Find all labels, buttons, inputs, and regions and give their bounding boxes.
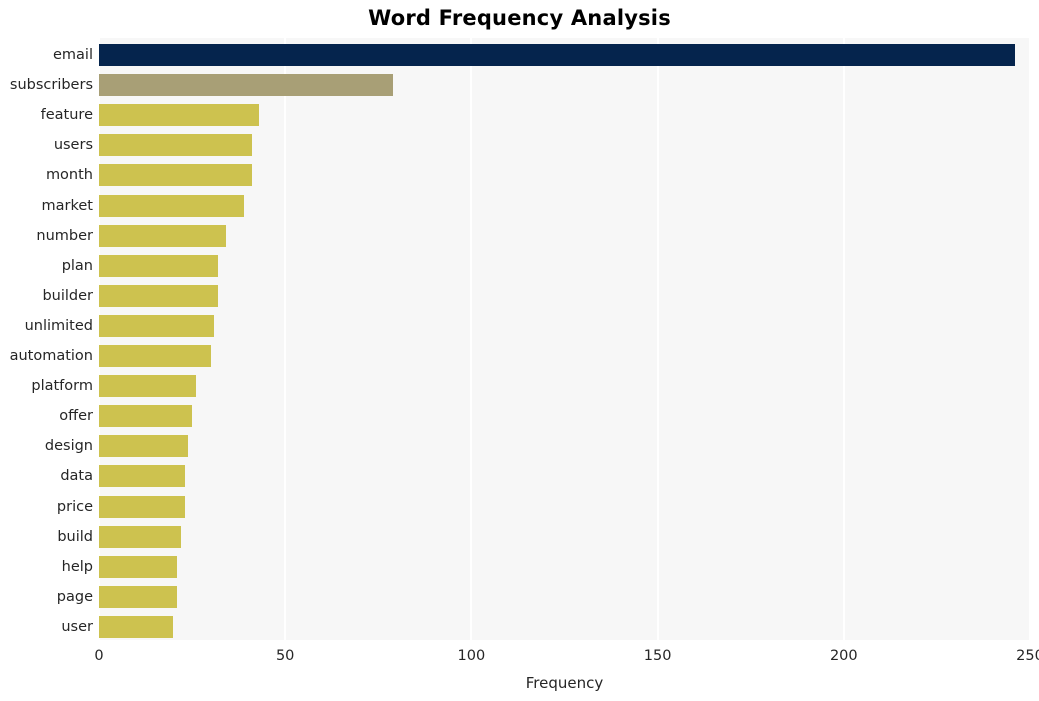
y-tick-label-feature: feature <box>40 107 93 124</box>
y-tick-label-page: page <box>56 588 93 605</box>
y-tick-label-price: price <box>56 498 93 515</box>
y-tick-label-build: build <box>57 528 93 545</box>
bar-users[interactable] <box>99 134 252 157</box>
y-tick-label-user: user <box>61 618 93 635</box>
y-tick-label-market: market <box>41 197 93 214</box>
y-tick-label-unlimited: unlimited <box>24 317 93 334</box>
bar-platform[interactable] <box>99 375 196 398</box>
y-tick-label-builder: builder <box>42 287 93 304</box>
y-tick-label-automation: automation <box>9 348 93 365</box>
bar-subscribers[interactable] <box>99 74 394 97</box>
bar-month[interactable] <box>99 164 252 187</box>
bar-help[interactable] <box>99 555 178 578</box>
x-tick-label-150: 150 <box>643 648 672 664</box>
y-tick-label-plan: plan <box>61 257 93 274</box>
x-tick-label-0: 0 <box>94 648 104 664</box>
x-axis-tick-labels: 0 50 100 150 200 250 <box>0 648 1039 670</box>
bar-price[interactable] <box>99 495 185 518</box>
bar-page[interactable] <box>99 585 178 608</box>
bars-layer <box>99 38 1030 640</box>
y-tick-label-offer: offer <box>59 408 93 425</box>
y-tick-label-design: design <box>44 438 93 455</box>
bar-feature[interactable] <box>99 104 260 127</box>
y-tick-label-users: users <box>53 137 93 154</box>
x-tick-label-50: 50 <box>275 648 295 664</box>
bar-number[interactable] <box>99 224 226 247</box>
bar-design[interactable] <box>99 435 189 458</box>
bar-unlimited[interactable] <box>99 314 215 337</box>
y-tick-label-subscribers: subscribers <box>9 77 93 94</box>
x-tick-label-100: 100 <box>457 648 486 664</box>
y-tick-label-help: help <box>61 558 93 575</box>
bar-market[interactable] <box>99 194 245 217</box>
y-tick-label-month: month <box>45 167 93 184</box>
bar-offer[interactable] <box>99 405 193 428</box>
y-axis-tick-labels: email subscribers feature users month market n… <box>0 38 93 640</box>
y-tick-label-email: email <box>53 47 93 64</box>
bar-build[interactable] <box>99 525 181 548</box>
bar-data[interactable] <box>99 465 185 488</box>
plot-area <box>99 38 1030 640</box>
chart-title: Word Frequency Analysis <box>368 6 671 30</box>
bar-email[interactable] <box>99 44 1016 67</box>
bar-automation[interactable] <box>99 345 211 368</box>
x-tick-label-250: 250 <box>1016 648 1039 664</box>
bar-user[interactable] <box>99 615 174 638</box>
y-tick-label-platform: platform <box>31 378 93 395</box>
x-axis-title: Frequency <box>525 674 604 692</box>
word-frequency-chart-figure: Word Frequency Analysis email subscribers… <box>0 0 1039 701</box>
y-tick-label-number: number <box>36 227 93 244</box>
x-tick-label-200: 200 <box>829 648 858 664</box>
y-tick-label-data: data <box>60 468 93 485</box>
bar-plan[interactable] <box>99 254 219 277</box>
bar-builder[interactable] <box>99 284 219 307</box>
